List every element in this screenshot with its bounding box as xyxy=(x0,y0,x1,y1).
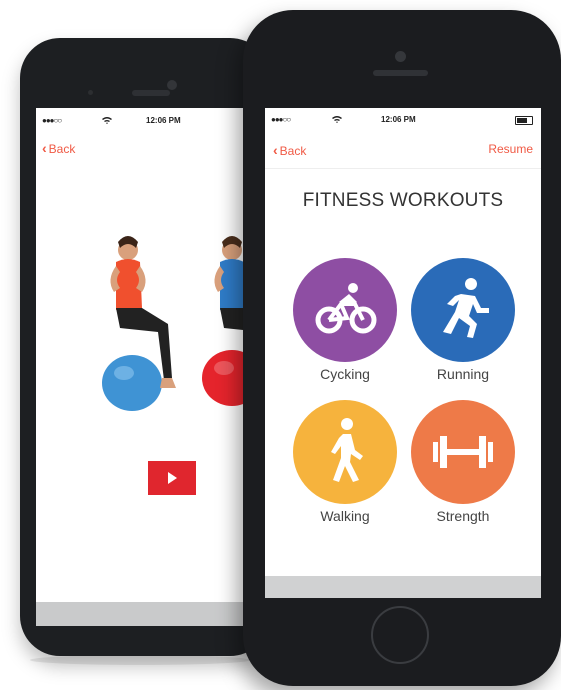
front-phone: ●●●○○ 12:06 PM ‹ Back Resume FITNESS WORK… xyxy=(243,10,561,686)
status-time: 12:06 PM xyxy=(146,116,181,125)
earpiece-speaker xyxy=(132,90,170,96)
workout-tile-cycling[interactable]: Cycking xyxy=(285,258,405,398)
workout-label: Walking xyxy=(320,508,370,524)
status-bar: ●●●○○ 12:06 PM xyxy=(265,115,541,129)
nav-bar: ‹ Back xyxy=(36,136,268,164)
back-button-label: Back xyxy=(279,144,307,158)
video-screen: ●●●○○ 12:06 PM ‹ Back xyxy=(36,108,268,626)
wifi-icon xyxy=(332,115,342,125)
walker-icon xyxy=(331,418,363,482)
workout-circle xyxy=(293,258,397,362)
runner-icon xyxy=(443,278,489,338)
workout-circle xyxy=(411,258,515,362)
play-button[interactable] xyxy=(148,461,196,495)
wifi-icon xyxy=(102,116,112,126)
status-time: 12:06 PM xyxy=(381,115,416,124)
signal-icon: ●●●○○ xyxy=(271,115,291,124)
bicycle-icon xyxy=(315,283,377,334)
bottom-toolbar xyxy=(36,602,268,626)
workouts-screen: ●●●○○ 12:06 PM ‹ Back Resume FITNESS WORK… xyxy=(265,108,541,598)
earpiece-speaker xyxy=(373,70,428,76)
back-button-label: Back xyxy=(48,142,76,156)
workout-tile-walking[interactable]: Walking xyxy=(285,400,405,540)
workout-circle xyxy=(293,400,397,504)
sensor-dot xyxy=(88,90,93,95)
dumbbell-icon xyxy=(433,436,493,468)
workout-tile-running[interactable]: Running xyxy=(403,258,523,398)
floor-shadow xyxy=(30,655,250,665)
back-phone: ●●●○○ 12:06 PM ‹ Back xyxy=(20,38,270,656)
nav-bar: ‹ Back Resume xyxy=(265,136,541,169)
workout-tile-strength[interactable]: Strength xyxy=(403,400,523,540)
bottom-toolbar xyxy=(265,576,541,598)
status-bar: ●●●○○ 12:06 PM xyxy=(36,116,268,130)
front-camera xyxy=(395,51,406,62)
back-button[interactable]: ‹ Back xyxy=(42,140,75,156)
resume-button[interactable]: Resume xyxy=(488,142,533,156)
workout-label: Cycking xyxy=(320,366,370,382)
play-icon xyxy=(168,472,177,484)
chevron-left-icon: ‹ xyxy=(273,142,278,158)
signal-icon: ●●●○○ xyxy=(42,116,62,125)
workout-label: Strength xyxy=(436,508,490,524)
back-button[interactable]: ‹ Back xyxy=(273,142,306,158)
exercise-ball-illustration xyxy=(102,236,268,411)
chevron-left-icon: ‹ xyxy=(42,140,47,156)
home-button[interactable] xyxy=(371,606,429,664)
page-title: FITNESS WORKOUTS xyxy=(302,190,504,211)
workout-label: Running xyxy=(436,366,490,382)
battery-icon xyxy=(515,116,533,125)
front-camera xyxy=(167,80,177,90)
workout-circle xyxy=(411,400,515,504)
